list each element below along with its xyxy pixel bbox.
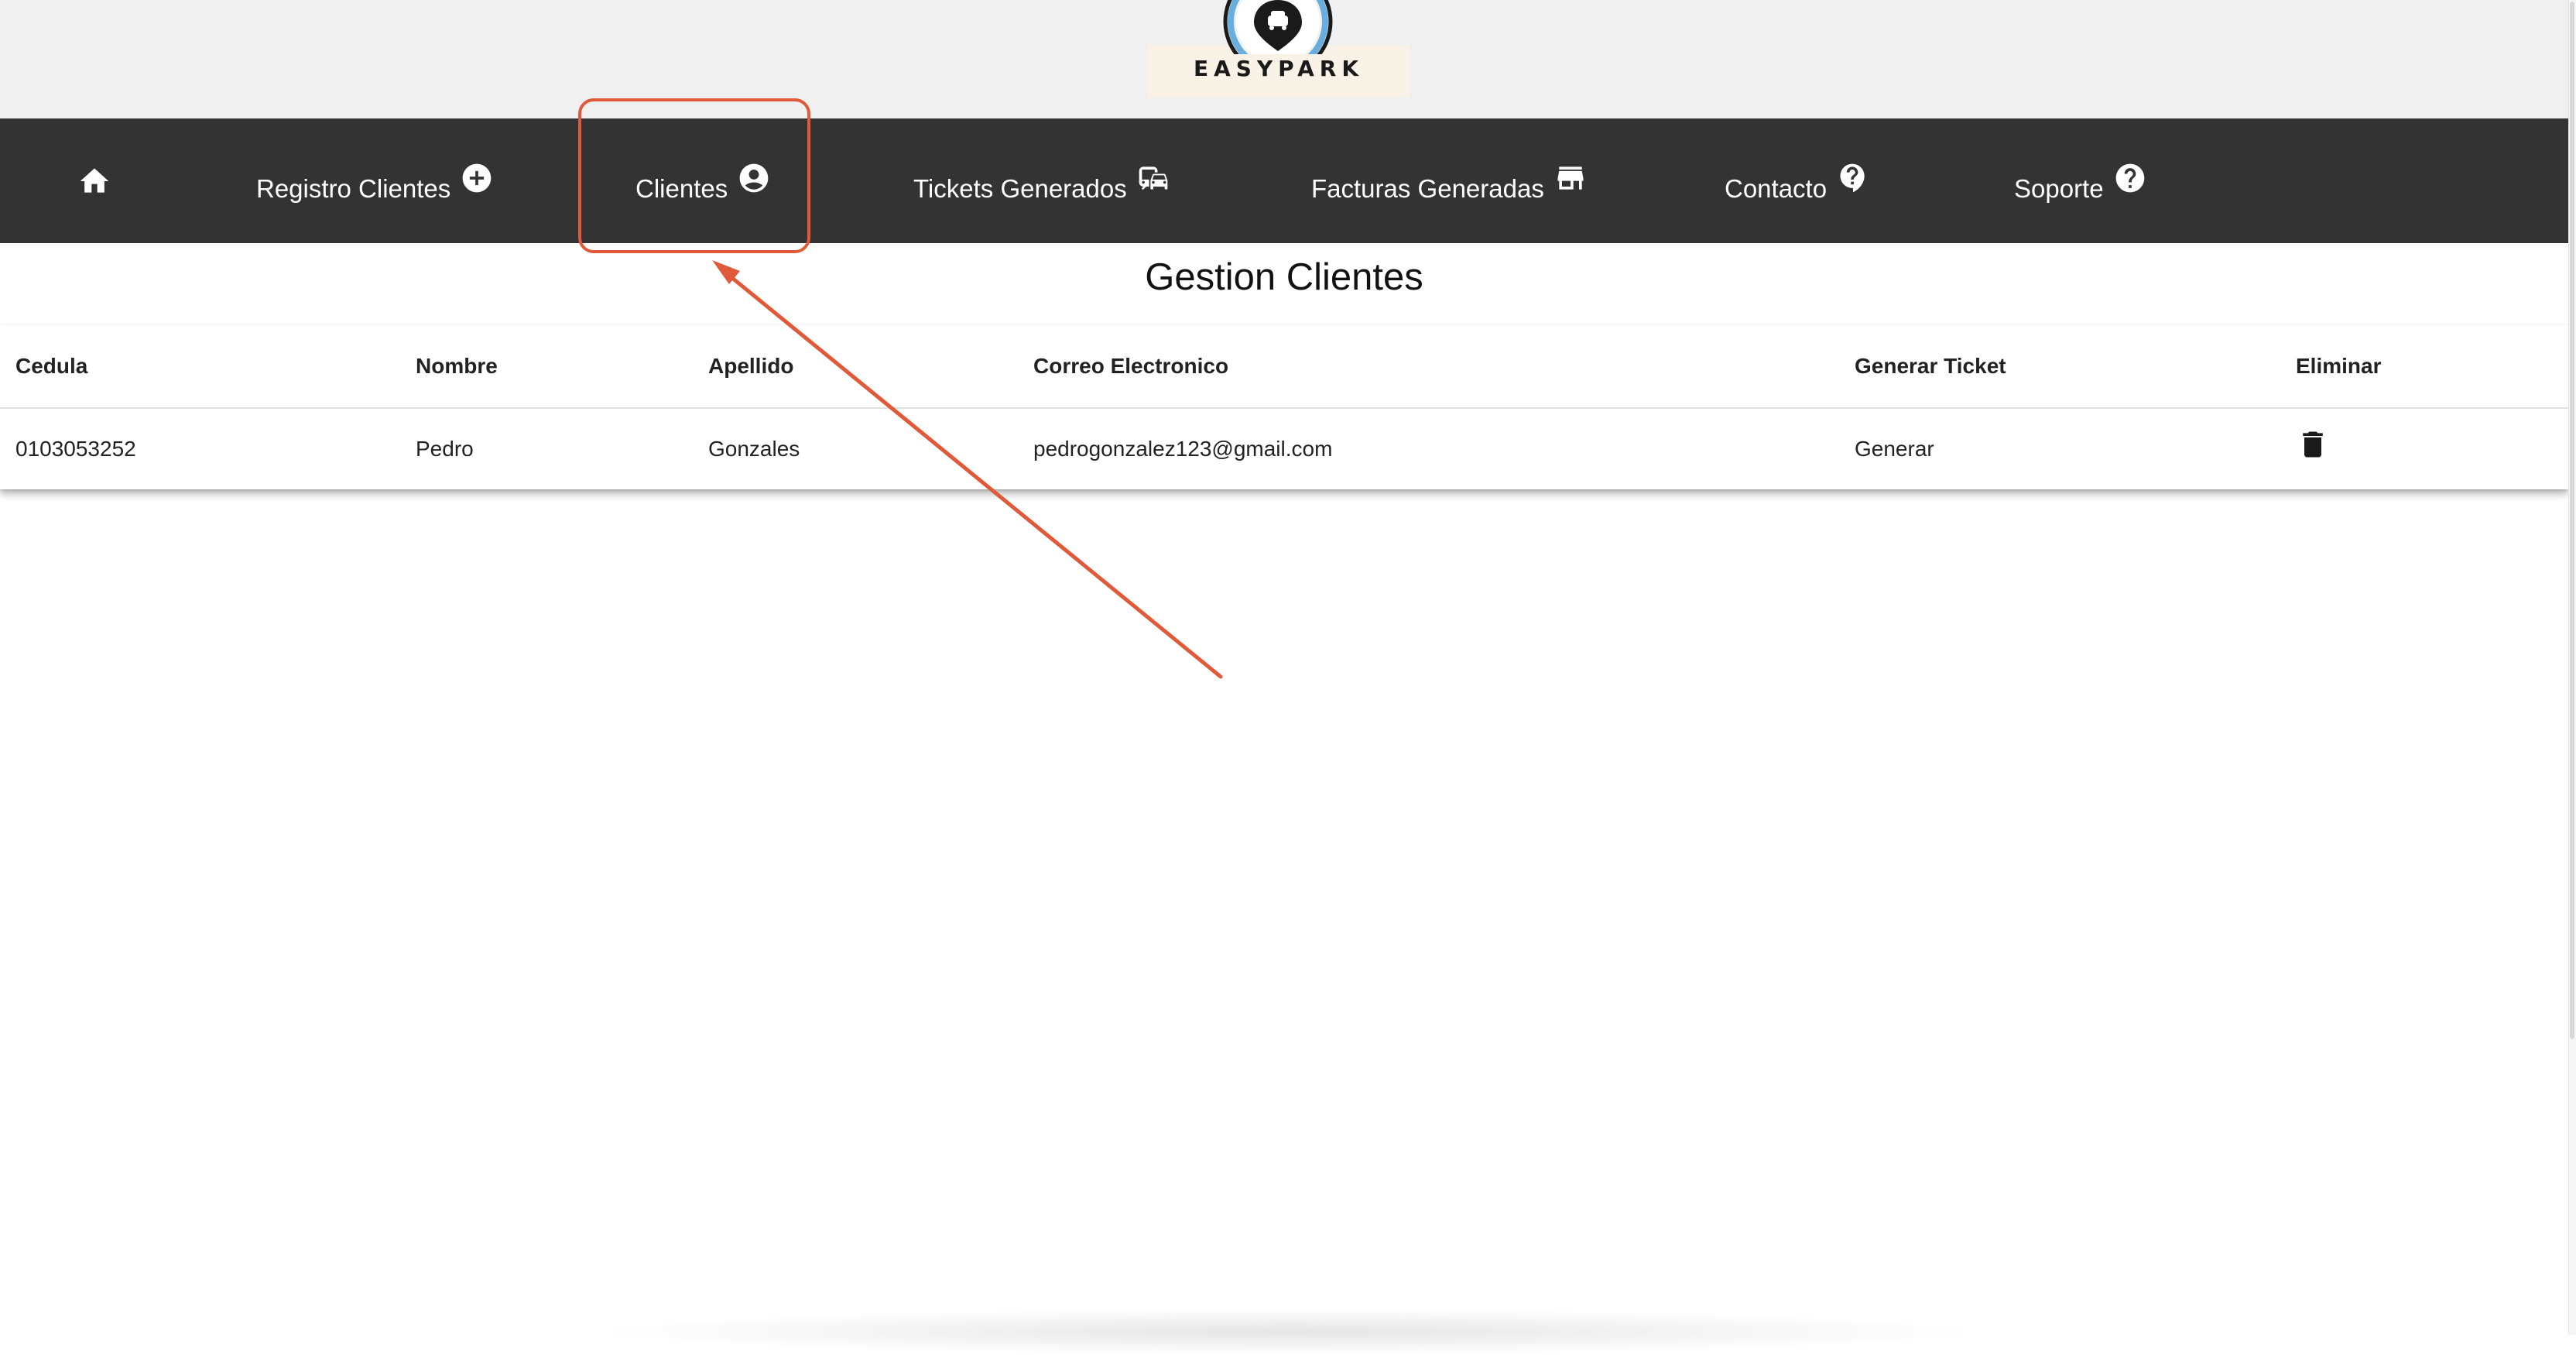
nav-label: Registro Clientes: [256, 173, 451, 203]
nav-item-registro-clientes[interactable]: Registro Clientes: [256, 118, 494, 243]
cell-apellido: Gonzales: [708, 437, 800, 461]
column-header-generar-ticket: Generar Ticket: [1855, 354, 2006, 378]
trash-icon: [2296, 427, 2330, 467]
nav-item-contacto[interactable]: Contacto: [1725, 118, 1870, 243]
column-header-eliminar: Eliminar: [2296, 354, 2382, 378]
commute-icon: [1136, 161, 1170, 195]
add-circle-icon: [460, 161, 494, 195]
help-circle-icon: [2113, 161, 2147, 195]
column-header-cedula: Cedula: [15, 354, 88, 378]
help-bubble-icon: [1836, 161, 1870, 195]
nav-item-home[interactable]: [77, 118, 111, 243]
column-header-correo: Correo Electronico: [1033, 354, 1229, 378]
delete-button[interactable]: [2296, 409, 2330, 489]
car-pin-icon: [1223, 0, 1333, 54]
cell-correo: pedrogonzalez123@gmail.com: [1033, 437, 1333, 461]
account-circle-icon: [737, 161, 771, 195]
generar-ticket-button[interactable]: Generar: [1855, 409, 1934, 489]
header: EASYPARK: [0, 0, 2568, 118]
column-header-apellido: Apellido: [708, 354, 794, 378]
column-header-nombre: Nombre: [416, 354, 498, 378]
nav-label: Soporte: [2014, 173, 2104, 203]
brand-name: EASYPARK: [1193, 56, 1365, 81]
table-header-row: Cedula Nombre Apellido Correo Electronic…: [0, 325, 2568, 409]
home-icon: [77, 164, 111, 198]
clients-table: Cedula Nombre Apellido Correo Electronic…: [0, 325, 2568, 489]
nav-label: Tickets Generados: [913, 173, 1127, 203]
table-row: 0103053252 Pedro Gonzales pedrogonzalez1…: [0, 409, 2568, 489]
nav-label: Clientes: [635, 173, 728, 203]
nav-item-soporte[interactable]: Soporte: [2014, 118, 2147, 243]
cell-nombre: Pedro: [416, 437, 474, 461]
store-icon: [1553, 161, 1588, 195]
cell-cedula: 0103053252: [15, 437, 136, 461]
nav-label: Contacto: [1725, 173, 1828, 203]
nav-item-facturas-generadas[interactable]: Facturas Generadas: [1311, 118, 1588, 243]
nav-item-tickets-generados[interactable]: Tickets Generados: [913, 118, 1170, 243]
nav-label: Facturas Generadas: [1311, 173, 1544, 203]
bottom-shadow: [588, 1309, 1989, 1355]
page-title: Gestion Clientes: [1145, 256, 1423, 298]
main-navbar: Registro Clientes Clientes Tickets Gener…: [0, 118, 2568, 243]
scrollbar-thumb[interactable]: [2570, 2, 2574, 1039]
nav-item-clientes[interactable]: Clientes: [635, 118, 771, 243]
